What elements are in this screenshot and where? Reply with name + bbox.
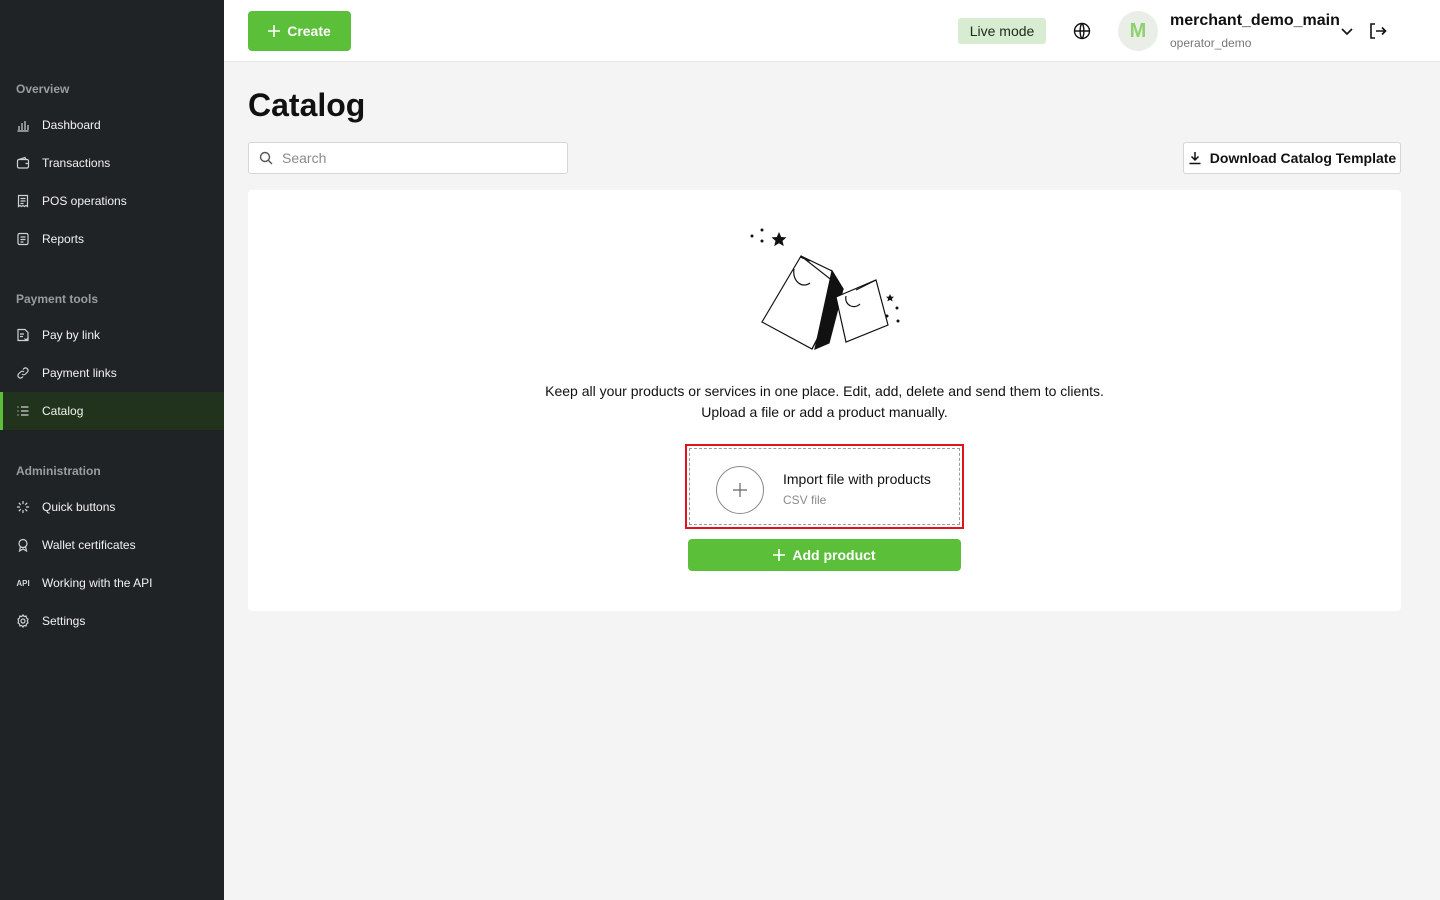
receipt-icon [16, 194, 30, 208]
live-mode-badge[interactable]: Live mode [958, 18, 1046, 44]
sidebar-item-label: Quick buttons [42, 500, 116, 514]
top-bar: Create Live mode M merchant_demo_main op… [224, 0, 1440, 62]
empty-state-hint: Upload a file or add a product manually. [701, 404, 948, 420]
gear-icon [16, 614, 30, 628]
sidebar-item-label: Catalog [42, 404, 84, 418]
sidebar-item-label: Reports [42, 232, 85, 246]
chart-icon [16, 118, 30, 132]
sparkle-icon [16, 500, 30, 514]
plus-icon [268, 25, 281, 37]
search-icon [259, 151, 273, 165]
search-input[interactable] [282, 150, 552, 166]
sidebar-item-transactions[interactable]: Transactions [0, 144, 224, 182]
sidebar: Overview Dashboard Transactions POS oper… [0, 0, 224, 900]
sidebar-item-label: Wallet certificates [42, 538, 136, 552]
user-role: operator_demo [1170, 36, 1252, 50]
chevron-down-icon[interactable] [1338, 22, 1356, 40]
plus-icon [733, 483, 747, 497]
certificate-icon [16, 538, 30, 552]
sidebar-item-label: Transactions [42, 156, 111, 170]
import-file-dropzone[interactable]: Import file with products CSV file [685, 444, 964, 529]
add-product-label: Add product [792, 547, 876, 563]
sidebar-item-quick-buttons[interactable]: Quick buttons [0, 488, 224, 526]
section-title-overview: Overview [16, 82, 70, 96]
sidebar-item-label: Payment links [42, 366, 117, 380]
wallet-icon [16, 156, 30, 170]
add-product-button[interactable]: Add product [688, 539, 961, 571]
empty-state-description: Keep all your products or services in on… [545, 383, 1104, 399]
sidebar-item-wallet-certificates[interactable]: Wallet certificates [0, 526, 224, 564]
list-icon [16, 404, 30, 418]
user-name[interactable]: merchant_demo_main [1170, 12, 1340, 30]
sidebar-item-settings[interactable]: Settings [0, 602, 224, 640]
sidebar-item-label: Pay by link [42, 328, 101, 342]
shopping-bags-illustration [750, 228, 900, 351]
api-icon: API [16, 578, 30, 588]
create-button[interactable]: Create [248, 11, 351, 51]
search-field[interactable] [248, 142, 568, 174]
import-title: Import file with products [783, 471, 931, 487]
import-dropzone-inner[interactable]: Import file with products CSV file [689, 448, 960, 525]
section-title-administration: Administration [16, 464, 101, 478]
page-title: Catalog [248, 87, 366, 123]
sidebar-item-payment-links[interactable]: Payment links [0, 354, 224, 392]
download-icon [1189, 152, 1201, 165]
add-file-button[interactable] [716, 466, 764, 514]
section-title-payment-tools: Payment tools [16, 292, 99, 306]
sidebar-item-pay-by-link[interactable]: Pay by link [0, 316, 224, 354]
invoice-icon [16, 328, 30, 342]
download-button-label: Download Catalog Template [1209, 150, 1397, 166]
globe-icon[interactable] [1072, 21, 1092, 41]
import-subtitle: CSV file [783, 493, 827, 507]
link-icon [16, 366, 30, 380]
sidebar-item-dashboard[interactable]: Dashboard [0, 106, 224, 144]
sidebar-item-reports[interactable]: Reports [0, 220, 224, 258]
sidebar-item-label: POS operations [42, 194, 127, 208]
avatar[interactable]: M [1118, 11, 1158, 51]
document-icon [16, 232, 30, 246]
sidebar-item-label: Working with the API [42, 576, 153, 590]
download-catalog-template-button[interactable]: Download Catalog Template [1183, 142, 1401, 174]
sidebar-item-catalog[interactable]: Catalog [0, 392, 224, 430]
create-button-label: Create [287, 23, 331, 39]
logout-icon[interactable] [1367, 21, 1387, 41]
catalog-empty-state-card: Keep all your products or services in on… [248, 190, 1401, 611]
sidebar-item-label: Settings [42, 614, 86, 628]
plus-icon [773, 549, 786, 561]
sidebar-item-label: Dashboard [42, 118, 101, 132]
sidebar-item-working-with-the-api[interactable]: API Working with the API [0, 564, 224, 602]
sidebar-item-pos-operations[interactable]: POS operations [0, 182, 224, 220]
